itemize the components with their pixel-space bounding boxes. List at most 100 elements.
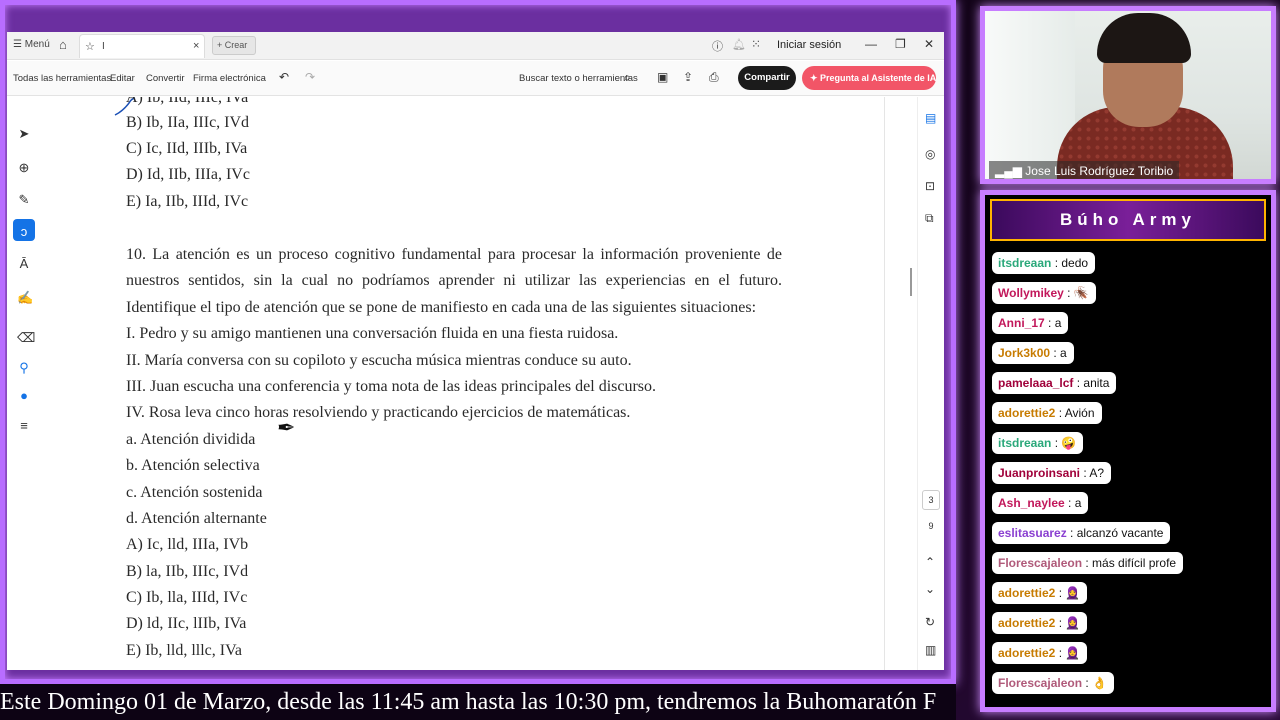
help-icon[interactable]: ⓘ	[712, 38, 723, 54]
chevron-down-icon[interactable]: ⌄	[925, 582, 935, 596]
chat-message: adorettie2 : 🧕	[992, 642, 1088, 664]
ai-summary-icon[interactable]: ▤	[925, 111, 936, 125]
create-tab-button[interactable]: + Crear	[212, 36, 256, 55]
more-tools-icon[interactable]: ≡	[17, 419, 31, 433]
comment-icon[interactable]: ◎	[925, 147, 935, 161]
chat-username[interactable]: pamelaaa_lcf	[998, 376, 1073, 390]
menu-label: Menú	[24, 39, 50, 50]
save-icon[interactable]: ▣	[657, 70, 668, 84]
answer-option-e: E) Ib, lld, lllc, IVa	[126, 642, 242, 659]
chevron-up-icon[interactable]: ⌃	[925, 555, 935, 569]
edit-menu[interactable]: Editar	[110, 73, 135, 84]
chat-text: : más difícil profe	[1082, 556, 1177, 570]
document-page: A) Ib, IId, IIIc, IVa B) Ib, IIa, IIIc, …	[39, 97, 884, 670]
chat-username[interactable]: Ash_naylee	[998, 496, 1065, 510]
convert-menu[interactable]: Convertir	[146, 73, 185, 84]
type-c: c. Atención sostenida	[126, 484, 263, 501]
prev-option-d: D) Id, IIb, IIIa, IVc	[126, 166, 250, 183]
bookmark-icon[interactable]: ⊡	[925, 179, 935, 193]
freeform-draw-icon[interactable]: ↄ	[17, 225, 31, 239]
chat-username[interactable]: Jork3k00	[998, 346, 1050, 360]
chat-message: eslitasuarez : alcanzó vacante	[992, 522, 1171, 544]
upload-icon[interactable]: ⇪	[683, 70, 693, 84]
chat-username[interactable]: itsdreaan	[998, 256, 1051, 270]
close-tab-icon[interactable]: ×	[193, 40, 199, 52]
star-icon[interactable]: ☆	[85, 40, 95, 53]
chat-username[interactable]: adorettie2	[998, 646, 1055, 660]
chat-text: : 🧕	[1055, 586, 1081, 600]
situation-4: IV. Rosa leva cinco horas resolviendo y …	[126, 404, 631, 421]
toolbar: Todas las herramientas Editar Convertir …	[7, 61, 944, 96]
chat-text: : Avión	[1055, 406, 1095, 420]
menu-button[interactable]: ☰ Menú	[13, 39, 50, 50]
signal-bars-icon: ▂▄▆	[995, 164, 1026, 178]
ai-assistant-button[interactable]: ✦ Pregunta al Asistente de IA	[802, 66, 936, 90]
presenter-hair	[1097, 13, 1191, 63]
chat-username[interactable]: Juanproinsani	[998, 466, 1080, 480]
page-number-field[interactable]: 3	[922, 490, 940, 510]
right-tool-rail: ▤ ◎ ⊡ ⧉ 3 9 ⌃ ⌄ ↻ ▥ ⊕	[917, 97, 944, 670]
question-10-line-2: nuestros sentidos, sin la cual no podría…	[126, 272, 782, 289]
chat-message: pamelaaa_lcf : anita	[992, 372, 1117, 394]
chat-username[interactable]: Anni_17	[998, 316, 1045, 330]
chat-message: Anni_17 : a	[992, 312, 1069, 334]
select-cursor-icon[interactable]: ➤	[17, 127, 31, 141]
chat-username[interactable]: Florescajaleon	[998, 556, 1082, 570]
chat-message: Florescajaleon : 👌	[992, 672, 1114, 694]
chat-message: adorettie2 : Avión	[992, 402, 1102, 424]
color-dot-icon[interactable]: ●	[17, 389, 31, 403]
chat-text: : a	[1044, 316, 1062, 330]
eraser-icon[interactable]: ⌫	[17, 331, 35, 345]
minimize-icon[interactable]: —	[865, 37, 877, 51]
answer-option-a: A) Ic, lld, IIIa, IVb	[126, 536, 249, 553]
chat-text: : alcanzó vacante	[1066, 526, 1164, 540]
apps-grid-icon[interactable]: ⁙	[751, 37, 761, 51]
home-icon[interactable]: ⌂	[59, 37, 67, 52]
chat-text: : A?	[1080, 466, 1105, 480]
redo-icon[interactable]: ↷	[305, 70, 315, 84]
search-icon[interactable]: ⌕	[624, 70, 631, 85]
chat-username[interactable]: itsdreaan	[998, 436, 1051, 450]
chat-username[interactable]: eslitasuarez	[998, 526, 1067, 540]
pin-icon[interactable]: ⚲	[17, 361, 31, 375]
document-tab[interactable]: ☆ I ×	[79, 34, 205, 58]
chat-username[interactable]: Florescajaleon	[998, 676, 1082, 690]
print-icon[interactable]: ⎙	[709, 70, 719, 85]
undo-icon[interactable]: ↶	[279, 70, 289, 84]
restore-icon[interactable]: ❐	[895, 37, 906, 51]
refresh-icon[interactable]: ↻	[925, 615, 935, 629]
stream-overlay: ☰ Menú ⌂ ☆ I × + Crear ⓘ 🔔︎ ⁙ Iniciar se…	[0, 0, 1280, 720]
zoom-comment-icon[interactable]: ⊕	[17, 161, 31, 175]
chat-message: Jork3k00 : a	[992, 342, 1074, 364]
zoom-fit-icon[interactable]: ▥	[925, 643, 936, 657]
answer-option-b: B) la, IIb, IIIc, IVd	[126, 563, 249, 580]
search-tools-field[interactable]: Buscar texto o herramientas	[519, 73, 638, 84]
webcam-frame: ▂▄▆ Jose Luis Rodríguez Toribio	[980, 6, 1276, 184]
chat-text: : 🧕	[1055, 616, 1081, 630]
esign-menu[interactable]: Firma electrónica	[193, 73, 266, 84]
all-tools-menu[interactable]: Todas las herramientas	[13, 73, 111, 84]
chat-panel: Búho Army itsdreaan : dedo Wollymikey : 🪳…	[980, 190, 1276, 712]
chat-username[interactable]: Wollymikey	[998, 286, 1064, 300]
scrollbar-thumb[interactable]	[910, 268, 912, 296]
chat-username[interactable]: adorettie2	[998, 616, 1055, 630]
chat-username[interactable]: adorettie2	[998, 586, 1055, 600]
chat-message: adorettie2 : 🧕	[992, 612, 1088, 634]
pages-icon[interactable]: ⧉	[925, 211, 934, 226]
type-a: a. Atención dividida	[126, 431, 256, 448]
fill-sign-icon[interactable]: ✍	[17, 291, 33, 305]
share-button[interactable]: Compartir	[738, 66, 796, 90]
prev-option-e: E) Ia, IIb, IIId, IVc	[126, 193, 249, 210]
presenter-name: Jose Luis Rodríguez Toribio	[1025, 164, 1174, 178]
chat-username[interactable]: adorettie2	[998, 406, 1055, 420]
situation-1: I. Pedro y su amigo mantienen una conver…	[126, 325, 619, 342]
sign-in-button[interactable]: Iniciar sesión	[777, 39, 841, 51]
close-window-icon[interactable]: ✕	[924, 37, 934, 51]
text-box-icon[interactable]: Ā	[17, 257, 31, 271]
chat-message: itsdreaan : dedo	[992, 252, 1096, 274]
bell-icon[interactable]: 🔔︎	[732, 38, 746, 51]
chat-message: Florescajaleon : más difícil profe	[992, 552, 1184, 574]
ai-assistant-label: Pregunta al Asistente de IA	[820, 73, 937, 83]
tab-title: I	[102, 41, 105, 52]
pencil-icon[interactable]: ✎	[17, 193, 31, 207]
